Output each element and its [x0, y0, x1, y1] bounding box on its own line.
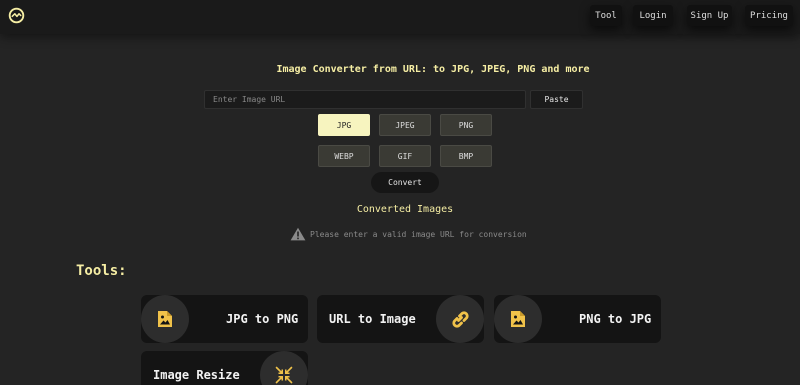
- nav-tool-button[interactable]: Tool: [590, 5, 622, 26]
- link-icon: [452, 311, 469, 328]
- tool-card-png-to-jpg[interactable]: PNG to JPG: [494, 295, 661, 343]
- image-file-icon: [511, 311, 525, 327]
- wave-circle-icon[interactable]: [8, 7, 25, 24]
- tool-card-label: URL to Image: [329, 312, 416, 326]
- image-file-icon: [158, 311, 172, 327]
- warning-triangle-icon: [290, 227, 306, 241]
- top-navbar: Tool Login Sign Up Pricing: [0, 0, 800, 34]
- tool-icon-circle: [494, 295, 542, 343]
- image-url-input[interactable]: [204, 90, 526, 109]
- tool-card-jpg-to-png[interactable]: JPG to PNG: [141, 295, 308, 343]
- convert-button[interactable]: Convert: [371, 172, 439, 193]
- tool-card-label: Image Resize: [153, 368, 240, 382]
- tool-card-url-to-image[interactable]: URL to Image: [317, 295, 484, 343]
- tool-card-image-resize[interactable]: Image Resize: [141, 351, 308, 385]
- tool-icon-circle: [260, 351, 308, 385]
- warning-message: Please enter a valid image URL for conve…: [290, 226, 527, 242]
- format-jpeg-button[interactable]: JPEG: [379, 114, 431, 136]
- warning-text: Please enter a valid image URL for conve…: [310, 229, 527, 239]
- tool-icon-circle: [141, 295, 189, 343]
- converted-images-heading: Converted Images: [356, 204, 454, 215]
- tool-icon-circle: [436, 295, 484, 343]
- format-png-button[interactable]: PNG: [440, 114, 492, 136]
- format-jpg-button[interactable]: JPG: [318, 114, 370, 136]
- tool-card-label: PNG to JPG: [579, 312, 652, 326]
- paste-button[interactable]: Paste: [530, 90, 583, 109]
- page-title: Image Converter from URL: to JPG, JPEG, …: [276, 64, 590, 75]
- compress-arrows-icon: [275, 366, 293, 384]
- nav-pricing-button[interactable]: Pricing: [745, 5, 793, 26]
- format-bmp-button[interactable]: BMP: [440, 145, 492, 167]
- format-gif-button[interactable]: GIF: [379, 145, 431, 167]
- format-webp-button[interactable]: WEBP: [318, 145, 370, 167]
- tool-card-label: JPG to PNG: [226, 312, 299, 326]
- tools-heading: Tools:: [76, 263, 127, 279]
- nav-signup-button[interactable]: Sign Up: [687, 5, 732, 26]
- nav-login-button[interactable]: Login: [633, 5, 673, 26]
